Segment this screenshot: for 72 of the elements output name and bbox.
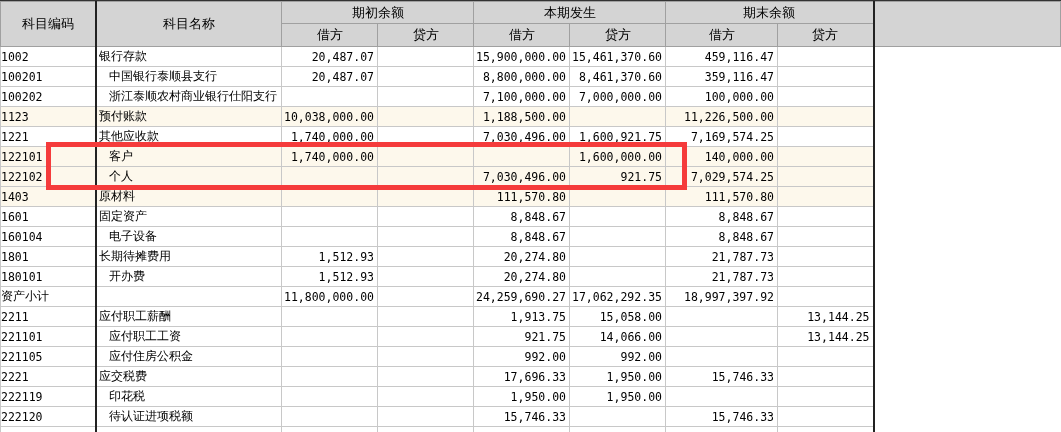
table-cell: 15,058.00 [569, 306, 666, 327]
table-cell: 固定资产 [95, 206, 282, 227]
table-cell: 应交税费 [95, 366, 282, 387]
table-cell: 24,259,690.27 [473, 286, 570, 307]
table-cell: 印花税 [95, 386, 282, 407]
table-cell: 7,000,000.00 [569, 86, 666, 107]
table-cell: 180101 [0, 266, 96, 287]
table-cell: 15,461,370.60 [569, 46, 666, 67]
table-cell: 电子设备 [95, 226, 282, 247]
table-cell: 开办费 [95, 266, 282, 287]
table-cell: 13,144.25 [777, 326, 874, 347]
table-cell: 21,787.73 [665, 266, 778, 287]
table-cell: 7,100,000.00 [473, 86, 570, 107]
table-cell: 8,848.67 [665, 206, 778, 227]
table-cell: 8,848.67 [473, 226, 570, 247]
table-cell: 中国银行泰顺县支行 [95, 66, 282, 87]
table-cell: 2211 [0, 306, 96, 327]
table-cell: 1123 [0, 106, 96, 127]
table-cell: 992.00 [473, 346, 570, 367]
table-cell: 应付住房公积金 [95, 346, 282, 367]
column-header: 借方 [665, 23, 778, 47]
table-cell: 459,116.47 [665, 46, 778, 67]
table-cell: 15,746.33 [473, 406, 570, 427]
table-cell: 20,487.07 [281, 66, 378, 87]
table-cell: 1,512.93 [281, 246, 378, 267]
column-header: 科目编码 [0, 1, 96, 47]
table-cell: 17,696.33 [473, 366, 570, 387]
table-cell: 222120 [0, 406, 96, 427]
table-cell: 待认证进项税额 [95, 406, 282, 427]
table-cell: 应付职工工资 [95, 326, 282, 347]
table-cell: 15,746.33 [665, 406, 778, 427]
table-cell: 应付职工薪酬 [95, 306, 282, 327]
table-cell: 20,487.07 [281, 46, 378, 67]
table-cell: 100201 [0, 66, 96, 87]
table-cell: 222119 [0, 386, 96, 407]
table-cell: 1,950.00 [569, 366, 666, 387]
table-cell: 17,062,292.35 [569, 286, 666, 307]
table-cell: 资产小计 [0, 286, 96, 307]
table-cell: 20,274.80 [473, 266, 570, 287]
table-cell: 浙江泰顺农村商业银行仕阳支行 [95, 86, 282, 107]
table-cell: 100,000.00 [665, 86, 778, 107]
table-cell: 1,950.00 [569, 386, 666, 407]
table-cell: 长期待摊费用 [95, 246, 282, 267]
column-header: 科目名称 [95, 1, 282, 47]
table-cell: 160104 [0, 226, 96, 247]
table-cell: 14,066.00 [569, 326, 666, 347]
column-header: 本期发生 [473, 1, 666, 24]
table-cell: 1002 [0, 46, 96, 67]
table-cell: 2221 [0, 366, 96, 387]
table-cell: 15,900,000.00 [473, 46, 570, 67]
table-cell: 1801 [0, 246, 96, 267]
table-cell: 921.75 [473, 326, 570, 347]
table-cell: 8,800,000.00 [473, 66, 570, 87]
table-cell: 8,848.67 [473, 206, 570, 227]
table-cell: 11,800,000.00 [281, 286, 378, 307]
table-cell: 1,950.00 [473, 386, 570, 407]
table-cell: 221105 [0, 346, 96, 367]
table-cell: 1601 [0, 206, 96, 227]
table-cell: 18,997,397.92 [665, 286, 778, 307]
table-cell: 15,746.33 [665, 366, 778, 387]
table-cell: 20,274.80 [473, 246, 570, 267]
column-header: 期末余额 [665, 1, 874, 24]
table-cell: 1,913.75 [473, 306, 570, 327]
table-cell: 221101 [0, 326, 96, 347]
table-cell: 13,144.25 [777, 306, 874, 327]
table-cell: 银行存款 [95, 46, 282, 67]
table-cell: 1,512.93 [281, 266, 378, 287]
table-cell: 992.00 [569, 346, 666, 367]
table-cell: 359,116.47 [665, 66, 778, 87]
table-cell: 21,787.73 [665, 246, 778, 267]
table-cell: 8,848.67 [665, 226, 778, 247]
table-cell: 8,461,370.60 [569, 66, 666, 87]
